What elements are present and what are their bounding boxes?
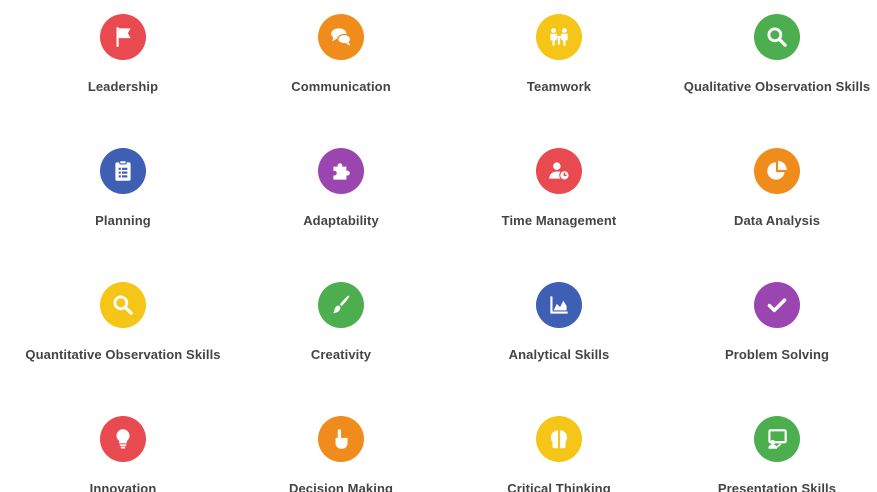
skill-label: Leadership [87,79,159,94]
lightbulb-icon [116,429,130,449]
skills-grid: Leadership Communication Teamwork Qualit… [0,0,877,492]
skill-time-management: Time Management [449,148,669,238]
clipboard-icon [115,160,131,181]
skill-icon-circle [536,416,582,462]
pie-chart-icon [767,160,787,180]
skill-communication: Communication [231,14,451,104]
skill-creativity: Creativity [231,282,451,372]
skill-critical-thinking: Critical Thinking [449,416,669,492]
skill-label: Critical Thinking [507,481,611,492]
skill-label: Creativity [310,347,372,362]
skill-leadership: Leadership [13,14,233,104]
skill-presentation: Presentation Skills [667,416,877,492]
skill-label: Decision Making [288,481,394,492]
skill-label: Time Management [501,213,617,228]
skill-label: Presentation Skills [717,481,837,492]
skill-icon-circle [318,416,364,462]
paintbrush-icon [332,295,350,314]
skill-icon-circle [754,416,800,462]
user-clock-icon [549,162,570,181]
skill-label: Planning [95,213,151,228]
skill-icon-circle [536,14,582,60]
skill-quantitative-observation: Quantitative Observation Skills [13,282,233,372]
checkmark-icon [767,298,787,313]
skill-qualitative-observation: Qualitative Observation Skills [667,14,877,104]
flag-icon [116,27,131,47]
skill-innovation: Innovation [13,416,233,492]
skill-label: Innovation [89,481,157,492]
skill-label: Quantitative Observation Skills [25,347,221,362]
skill-planning: Planning [13,148,233,238]
skill-label: Problem Solving [724,347,830,362]
skill-analytical: Analytical Skills [449,282,669,372]
skill-problem-solving: Problem Solving [667,282,877,372]
skill-label: Adaptability [303,213,379,228]
skill-icon-circle [754,282,800,328]
skill-icon-circle [318,148,364,194]
skill-label: Teamwork [526,79,592,94]
skill-data-analysis: Data Analysis [667,148,877,238]
skill-icon-circle [536,148,582,194]
skill-icon-circle [318,282,364,328]
skill-icon-circle [318,14,364,60]
skill-icon-circle [100,416,146,462]
magnifier-icon [767,27,787,47]
magnifier-icon [113,295,133,315]
chat-bubbles-icon [331,28,352,46]
team-meeting-icon [550,28,568,46]
skill-label: Qualitative Observation Skills [683,79,871,94]
skill-icon-circle [100,14,146,60]
presentation-board-icon [768,429,787,449]
skill-icon-circle [754,148,800,194]
skill-adaptability: Adaptability [231,148,451,238]
puzzle-icon [333,163,350,180]
area-chart-icon [550,296,568,314]
skill-icon-circle [754,14,800,60]
brain-icon [550,430,568,449]
skill-icon-circle [100,282,146,328]
skill-icon-circle [100,148,146,194]
skill-label: Analytical Skills [508,347,610,362]
skill-icon-circle [536,282,582,328]
pointing-hand-icon [335,429,348,449]
skill-label: Data Analysis [733,213,821,228]
skill-decision-making: Decision Making [231,416,451,492]
skill-label: Communication [291,79,391,94]
skill-teamwork: Teamwork [449,14,669,104]
